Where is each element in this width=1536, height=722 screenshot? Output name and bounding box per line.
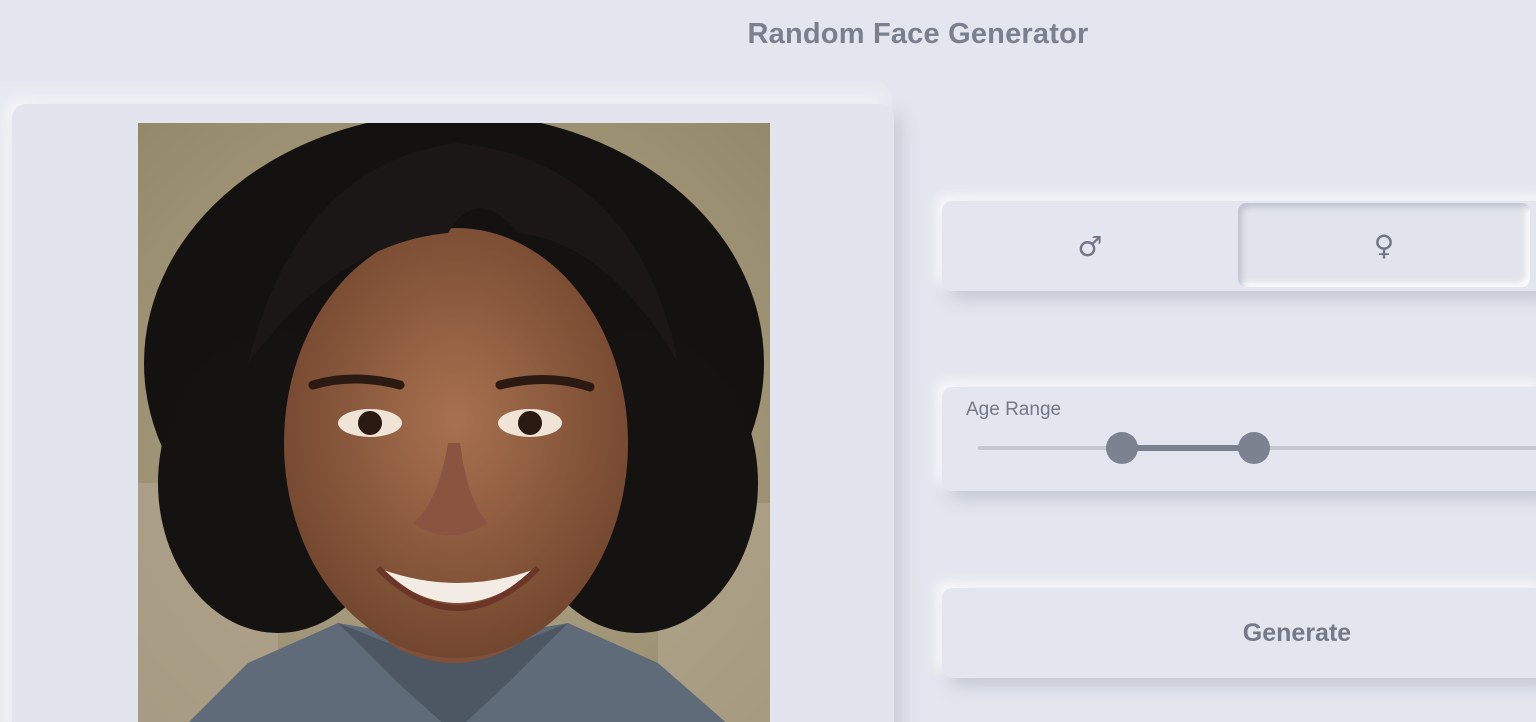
age-range-card: Age Range [942, 387, 1536, 491]
age-range-fill [1122, 445, 1254, 451]
age-max-thumb[interactable] [1238, 432, 1270, 464]
generate-button[interactable]: Generate [942, 588, 1536, 678]
age-min-thumb[interactable] [1106, 432, 1138, 464]
male-button[interactable]: ♂ [942, 201, 1238, 291]
generate-label: Generate [1242, 618, 1352, 647]
header: Random Face Generator [0, 18, 1536, 62]
female-icon: ♀ [1373, 228, 1395, 262]
gender-selector: ♂ ♀ [942, 201, 1536, 291]
male-icon: ♂ [1077, 229, 1103, 263]
age-range-label: Age Range [966, 399, 1062, 420]
face-image [138, 123, 770, 722]
age-range-slider[interactable] [978, 432, 1536, 464]
page: Random Face Generator ♂ ♀ Age Range Gene… [0, 0, 1536, 722]
page-title: Random Face Generator [747, 18, 1089, 50]
female-button[interactable]: ♀ [1238, 203, 1530, 287]
